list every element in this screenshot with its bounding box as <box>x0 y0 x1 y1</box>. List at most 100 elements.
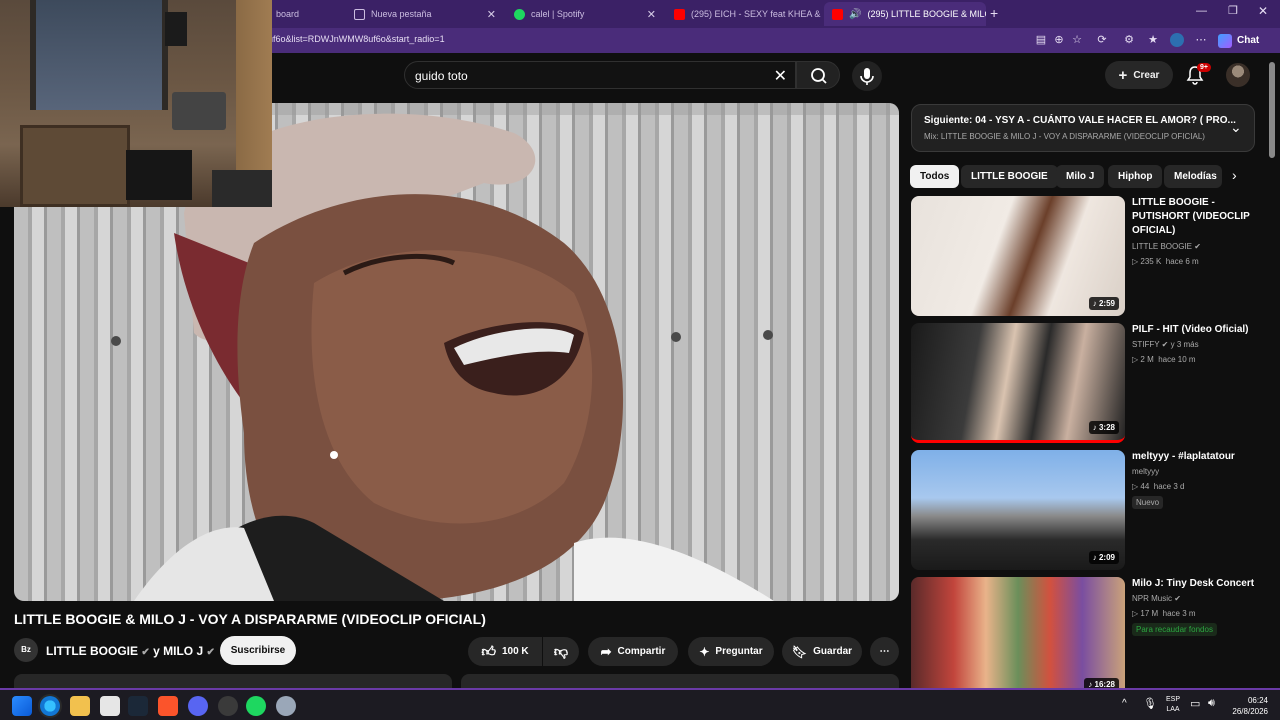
clear-search-icon[interactable]: ✕ <box>774 66 787 86</box>
channel-avatar[interactable]: Bz <box>14 638 38 662</box>
chip-melodias[interactable]: Melodías <box>1164 165 1222 188</box>
chevron-up-icon[interactable]: ^ <box>1122 698 1127 709</box>
queue-mix: Mix: LITTLE BOOGIE & MILO J - VOY A DISP… <box>924 132 1205 141</box>
chip-hiphop[interactable]: Hiphop <box>1108 165 1163 188</box>
rec-channel[interactable]: NPR Music ✔ <box>1132 594 1181 603</box>
save-button[interactable]: 🔖︎ Guardar <box>782 637 862 666</box>
dislike-button[interactable]: 👎︎ <box>543 637 579 666</box>
close-window-icon[interactable]: ✕ <box>1258 4 1268 18</box>
chevron-down-icon[interactable]: ⌄ <box>1230 119 1242 136</box>
tab-spotify[interactable]: calel | Spotify ✕ <box>506 2 664 26</box>
steam-icon[interactable] <box>128 696 148 716</box>
rec-title[interactable]: LITTLE BOOGIE - PUTISHORT (VIDEOCLIP OFI… <box>1132 196 1257 238</box>
windows-start-icon[interactable] <box>12 696 32 716</box>
network-icon[interactable]: ▭ <box>1190 697 1200 710</box>
tab-youtube-active[interactable]: 🔊 (295) LITTLE BOOGIE & MILO ✕ <box>824 2 986 26</box>
speaker-icon[interactable]: 🔊 <box>849 9 861 20</box>
clock[interactable]: 06:24 26/8/2026 <box>1228 695 1268 717</box>
rec-channel[interactable]: STIFFY ✔ y 3 más <box>1132 340 1199 349</box>
spotify-icon[interactable] <box>246 696 266 716</box>
thumbs-up-icon: 👍︎ <box>481 643 496 659</box>
list-item[interactable]: ♪ 2:09 meltyyy - #laplatatour meltyyy ▷ … <box>911 450 1261 572</box>
subscribe-button[interactable]: Suscribirse <box>220 636 296 665</box>
plus-icon: + <box>1118 66 1128 84</box>
more-icon[interactable]: ⋯ <box>1194 33 1208 47</box>
rec-title[interactable]: PILF - HIT (Video Oficial) <box>1132 323 1257 337</box>
more-actions-button[interactable]: ⋯ <box>870 637 899 666</box>
channel-name-2[interactable]: MILO J <box>163 644 203 658</box>
close-tab-icon[interactable]: ✕ <box>487 8 496 21</box>
language-indicator[interactable]: ESP LAA <box>1165 695 1181 715</box>
tab-youtube-eich[interactable]: (295) EICH - SEXY feat KHEA & DU ✕ <box>666 2 822 26</box>
reader-icon[interactable]: ▤ <box>1034 33 1048 47</box>
tab-label: (295) EICH - SEXY feat KHEA & DU <box>691 9 822 19</box>
search-icon <box>811 68 827 84</box>
video-thumbnail[interactable]: ♪ 2:59 <box>911 196 1125 316</box>
chat-button[interactable]: Chat <box>1237 35 1259 46</box>
discord-icon[interactable] <box>188 696 208 716</box>
list-item[interactable]: ♪ 2:59 LITTLE BOOGIE - PUTISHORT (VIDEOC… <box>911 196 1261 318</box>
rec-channel[interactable]: LITTLE BOOGIE ✔ <box>1132 242 1201 251</box>
scrollbar[interactable] <box>1269 62 1275 158</box>
minimize-icon[interactable]: — <box>1196 5 1207 17</box>
edge-icon[interactable] <box>40 696 60 716</box>
rec-meta: ▷ 44 hace 3 d <box>1132 482 1185 491</box>
channel-name[interactable]: LITTLE BOOGIE <box>46 644 138 658</box>
volume-icon[interactable]: 🔊︎ <box>1208 697 1215 710</box>
new-tab-icon[interactable]: + <box>990 5 998 21</box>
close-tab-icon[interactable]: ✕ <box>647 8 656 21</box>
notification-badge: 9+ <box>1197 63 1211 72</box>
voice-search-button[interactable] <box>852 61 882 91</box>
avatar[interactable] <box>1226 63 1250 87</box>
chip-milo-j[interactable]: Milo J <box>1056 165 1105 188</box>
share-label: Compartir <box>617 646 666 657</box>
rec-channel[interactable]: meltyyy <box>1132 467 1159 476</box>
like-count: 100 K <box>501 646 529 657</box>
playlist-queue[interactable]: Siguiente: 04 - YSY A - CUÁNTO VALE HACE… <box>911 104 1255 152</box>
list-item[interactable]: ♪ 3:28 PILF - HIT (Video Oficial) STIFFY… <box>911 323 1261 445</box>
search-input[interactable]: guido toto <box>415 69 468 83</box>
brave-icon[interactable] <box>158 696 178 716</box>
chevron-right-icon[interactable]: › <box>1232 167 1237 183</box>
list-item[interactable]: ♪ 16:28 Milo J: Tiny Desk Concert NPR Mu… <box>911 577 1261 699</box>
video-thumbnail[interactable]: ♪ 3:28 <box>911 323 1125 443</box>
zoom-icon[interactable]: ⊕ <box>1052 33 1066 47</box>
search-button[interactable] <box>796 61 840 89</box>
share-icon: ➦ <box>600 643 612 659</box>
chip-todos[interactable]: Todos <box>910 165 960 188</box>
maximize-icon[interactable]: ❐ <box>1228 4 1238 17</box>
like-button[interactable]: 👍︎ 100 K <box>468 637 542 666</box>
channel-name-row[interactable]: LITTLE BOOGIE ✔ y MILO J ✔ <box>46 644 215 658</box>
profile-icon[interactable] <box>1170 33 1184 47</box>
chip-little-boogie[interactable]: LITTLE BOOGIE <box>961 165 1058 188</box>
settings-icon[interactable] <box>276 696 296 716</box>
description-box[interactable] <box>14 674 452 688</box>
file-explorer-icon[interactable] <box>70 696 90 716</box>
copilot-icon[interactable] <box>1218 34 1232 48</box>
ask-button[interactable]: ✦ Preguntar <box>688 637 774 666</box>
obs-icon[interactable] <box>218 696 238 716</box>
lang-code: ESP <box>1165 696 1180 703</box>
verified-icon: ✔ <box>1194 242 1201 251</box>
chat-box[interactable] <box>461 674 899 688</box>
video-thumbnail[interactable]: ♪ 16:28 <box>911 577 1125 697</box>
search-box[interactable]: guido toto ✕ <box>404 61 796 89</box>
tab-nueva-pestana[interactable]: Nueva pestaña ✕ <box>346 2 504 26</box>
favorites-icon[interactable]: ★ <box>1146 33 1160 47</box>
create-button[interactable]: + Crear <box>1105 61 1173 89</box>
extension-icon[interactable]: ⚙ <box>1122 33 1136 47</box>
rec-title[interactable]: meltyyy - #laplatatour <box>1132 450 1257 464</box>
store-icon[interactable] <box>100 696 120 716</box>
refresh-icon[interactable]: ⟳ <box>1095 33 1109 47</box>
rec-title[interactable]: Milo J: Tiny Desk Concert <box>1132 577 1257 591</box>
youtube-icon <box>832 8 843 20</box>
microphone-icon[interactable]: 🎙︎ <box>1143 697 1157 710</box>
share-button[interactable]: ➦ Compartir <box>588 637 678 666</box>
video-thumbnail[interactable]: ♪ 2:09 <box>911 450 1125 570</box>
favorite-star-icon[interactable]: ☆ <box>1070 33 1084 47</box>
url-field[interactable]: uf6o&list=RDWJnWMW8uf6o&start_radio=1 <box>268 34 445 44</box>
window-curtain <box>30 0 168 110</box>
microphone-icon <box>860 68 874 85</box>
tab-board[interactable]: board <box>268 2 344 26</box>
thumbs-down-icon: 👎︎ <box>553 643 569 659</box>
